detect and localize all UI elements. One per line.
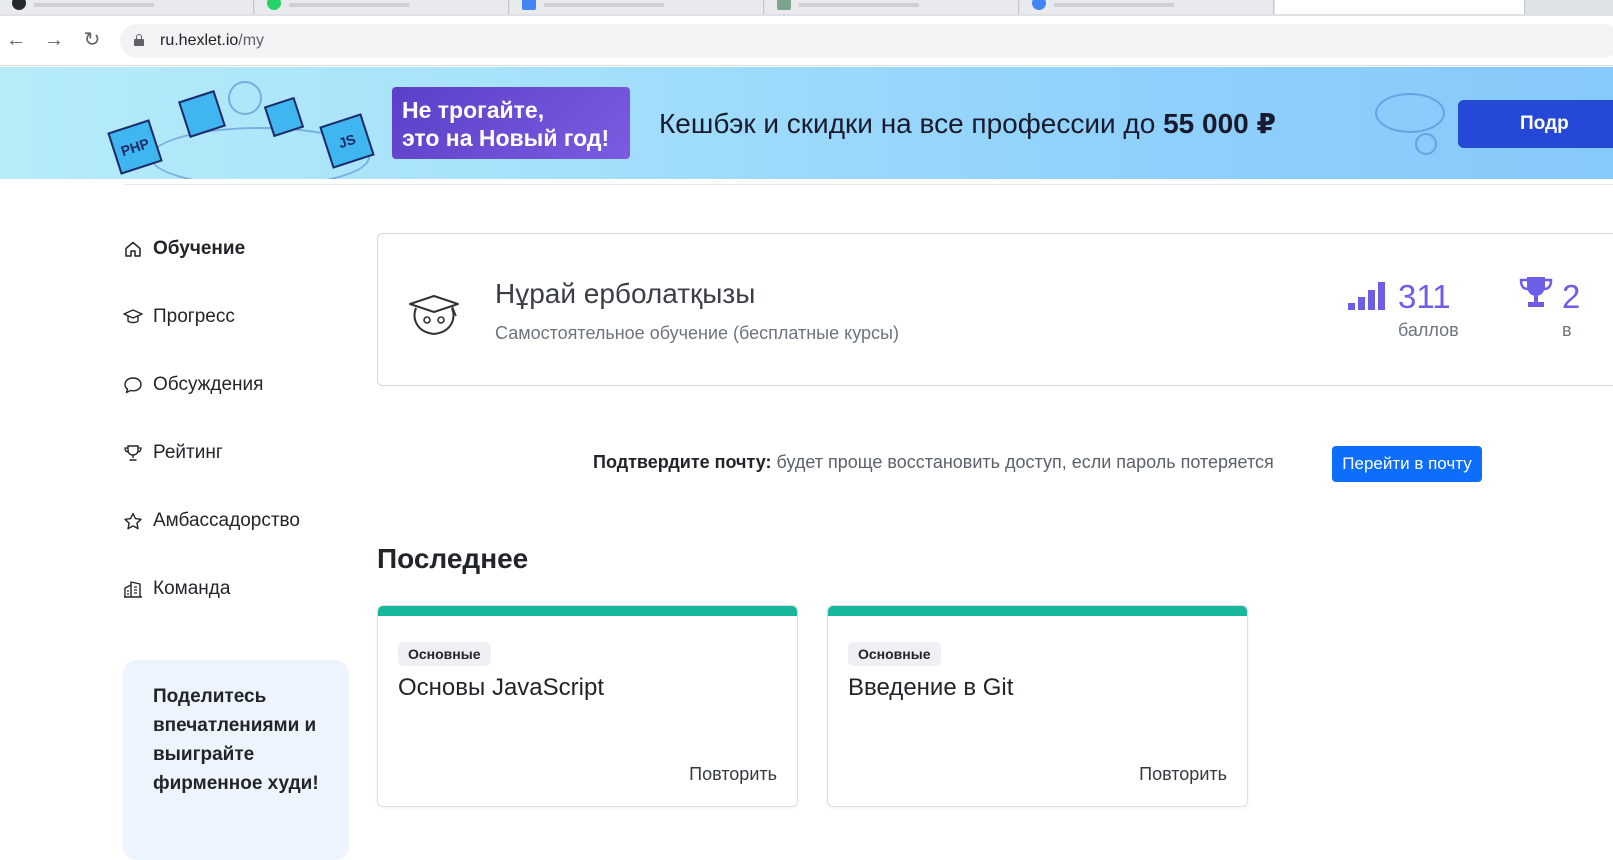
- php-cube-icon: PHP: [107, 119, 163, 175]
- swirl-decoration: [1375, 93, 1445, 133]
- recent-section-title: Последнее: [377, 543, 529, 574]
- sidebar-item-progress[interactable]: Прогресс: [123, 305, 235, 329]
- browser-tab-strip: [0, 0, 1613, 16]
- repeat-link[interactable]: Повторить: [689, 764, 777, 785]
- promo-headline: Кешбэк и скидки на все профессии до 55 0…: [659, 108, 1277, 139]
- browser-tab[interactable]: [1020, 0, 1274, 14]
- star-icon: [123, 511, 143, 531]
- repeat-link[interactable]: Повторить: [1139, 764, 1227, 785]
- url-text[interactable]: ru.hexlet.io/my: [160, 32, 264, 50]
- sidebar-item-rating[interactable]: Рейтинг: [123, 441, 223, 465]
- course-card-stripe: [378, 606, 797, 616]
- points-label: баллов: [1398, 320, 1459, 340]
- verify-email-notice: Подтвердите почту: будет проще восстанов…: [593, 452, 1274, 472]
- avatar[interactable]: [406, 286, 462, 342]
- course-title[interactable]: Введение в Git: [848, 674, 1013, 702]
- browser-tab[interactable]: [0, 0, 254, 14]
- sidebar-item-ambassador[interactable]: Амбассадорство: [123, 509, 300, 533]
- sidebar-item-learning[interactable]: Обучение: [123, 237, 245, 261]
- rank-value: 2: [1562, 278, 1581, 315]
- rank-label: в: [1562, 320, 1572, 340]
- promo-banner[interactable]: PHP JS Не трогайте, это на Новый год! Ке…: [0, 67, 1613, 179]
- user-plan: Самостоятельное обучение (бесплатные кур…: [495, 323, 899, 343]
- chat-bubble-icon: [123, 375, 143, 395]
- trophy-icon: [1519, 277, 1553, 307]
- graduation-cap-icon: [123, 307, 143, 327]
- building-icon: [123, 579, 143, 599]
- forward-arrow-icon[interactable]: →: [42, 28, 66, 52]
- sidebar-item-discussions[interactable]: Обсуждения: [123, 373, 263, 397]
- docs-icon: [522, 0, 536, 10]
- go-to-email-button[interactable]: Перейти в почту: [1332, 446, 1482, 482]
- browser-tab[interactable]: [765, 0, 1019, 14]
- swirl-decoration: [1415, 133, 1437, 155]
- back-arrow-icon[interactable]: ←: [4, 28, 28, 52]
- course-badge: Основные: [848, 642, 941, 666]
- promo-cta-button[interactable]: Подр: [1458, 100, 1613, 148]
- course-card-javascript[interactable]: Основные Основы JavaScript Повторить: [377, 605, 798, 807]
- browser-tab[interactable]: [255, 0, 509, 14]
- reload-icon[interactable]: ↻: [80, 28, 104, 52]
- promo-tagline: Не трогайте, это на Новый год!: [392, 87, 630, 159]
- feedback-promo-text: Поделитесь впечатлениями и выиграйте фир…: [153, 686, 319, 794]
- github-icon: [12, 0, 26, 10]
- swirl-decoration: [228, 81, 262, 115]
- address-bar[interactable]: ru.hexlet.io/my: [120, 24, 1613, 58]
- browser-tab-active[interactable]: [1275, 0, 1525, 14]
- user-name: Нұрай ерболатқызы: [495, 278, 756, 309]
- lock-icon: [134, 34, 144, 46]
- globe-icon: [1032, 0, 1046, 10]
- signal-bars-icon: [1348, 282, 1385, 310]
- course-title[interactable]: Основы JavaScript: [398, 674, 604, 702]
- home-icon: [123, 239, 143, 259]
- course-card-git[interactable]: Основные Введение в Git Повторить: [827, 605, 1248, 807]
- browser-tab[interactable]: [510, 0, 764, 14]
- browser-toolbar: ← → ↻ ru.hexlet.io/my: [0, 16, 1613, 66]
- feedback-promo-card[interactable]: Поделитесь впечатлениями и выиграйте фир…: [123, 660, 349, 860]
- header-divider: [124, 184, 1613, 185]
- whatsapp-icon: [267, 0, 281, 10]
- course-badge: Основные: [398, 642, 491, 666]
- sidebar-item-team[interactable]: Команда: [123, 577, 230, 601]
- profile-card: Нұрай ерболатқызы Самостоятельное обучен…: [377, 233, 1613, 386]
- course-card-stripe: [828, 606, 1247, 616]
- points-value: 311: [1398, 278, 1451, 315]
- page-icon: [777, 0, 791, 10]
- trophy-icon: [123, 443, 143, 463]
